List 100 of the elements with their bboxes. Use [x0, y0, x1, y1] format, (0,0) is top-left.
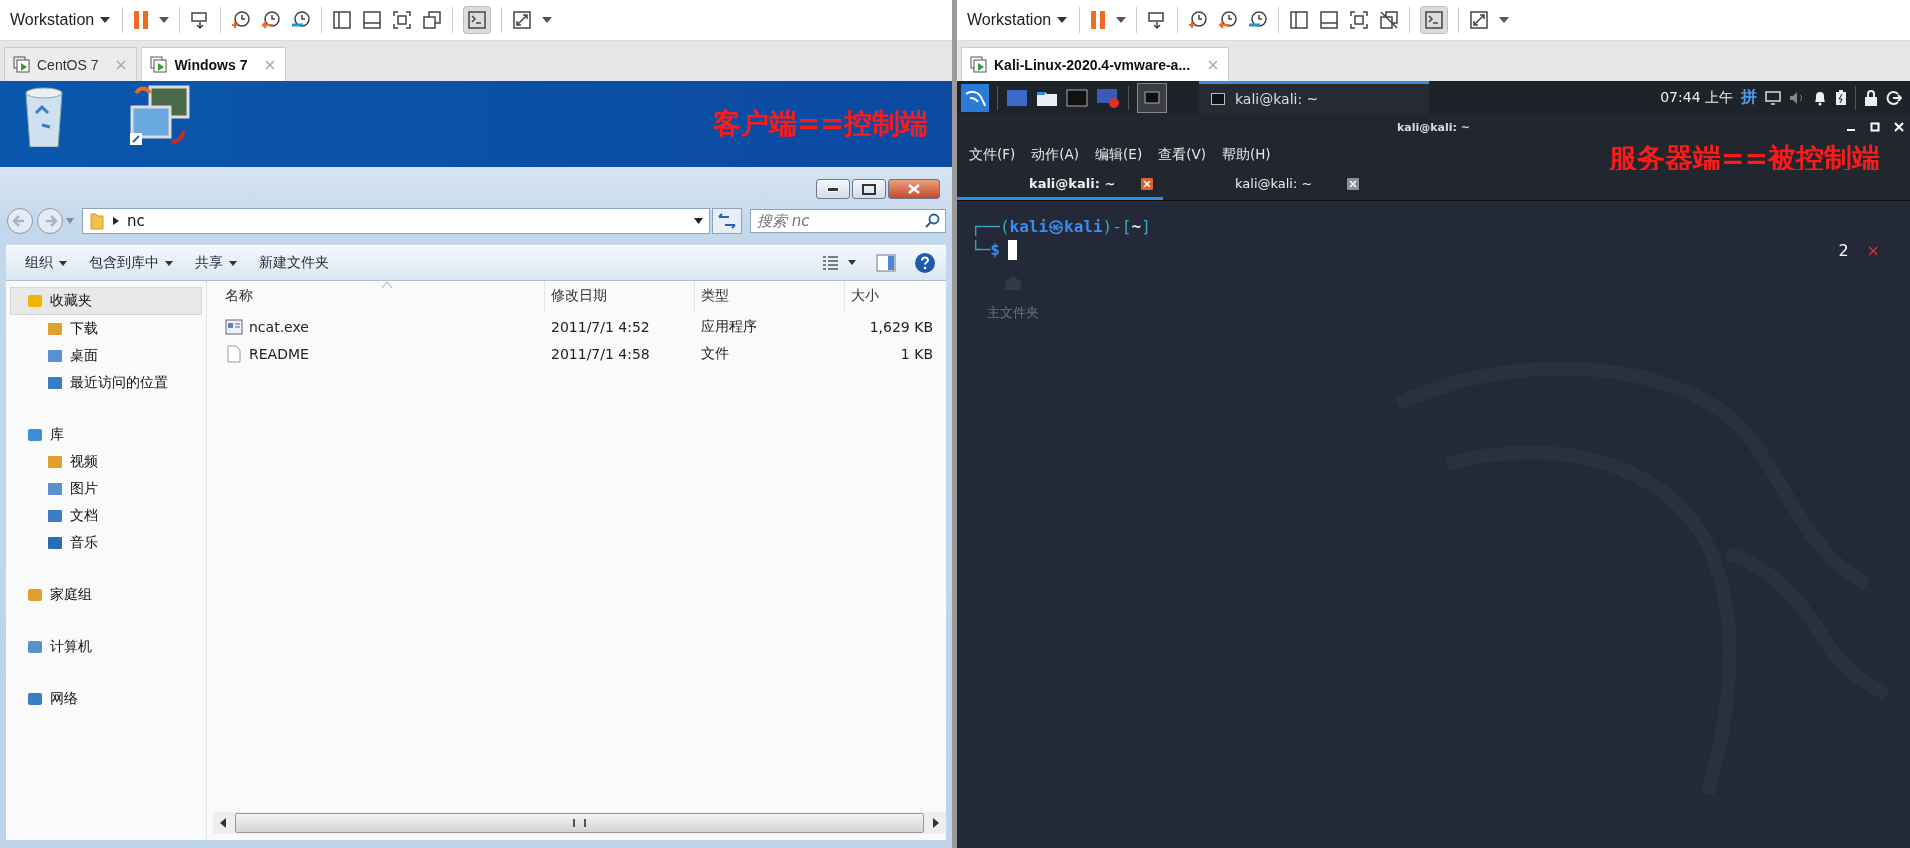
terminal-prompt: └─$ — [971, 239, 1000, 261]
sidebar-item[interactable]: 音乐 — [6, 529, 206, 556]
vm-tab[interactable]: Windows 7 — [141, 47, 287, 81]
terminal-tab[interactable]: kali@kali: ~ — [957, 170, 1163, 200]
sidebar-item[interactable]: 视频 — [6, 448, 206, 475]
sidebar-item[interactable]: 家庭组 — [6, 582, 206, 608]
minimize-button[interactable] — [816, 179, 850, 199]
clock-plus-icon[interactable] — [1188, 10, 1209, 30]
vm-tab[interactable]: CentOS 7 — [4, 47, 138, 81]
screen-record-icon[interactable] — [1096, 86, 1120, 109]
caret-icon[interactable] — [1116, 17, 1127, 23]
workstation-menu[interactable]: Workstation — [965, 9, 1070, 31]
battery-icon[interactable] — [1835, 89, 1847, 106]
pause-icon[interactable] — [1090, 10, 1107, 30]
sidebar-item[interactable]: 图片 — [6, 475, 206, 502]
clock-wrench-icon[interactable] — [1248, 10, 1269, 30]
sidebar-item[interactable]: 库 — [6, 422, 206, 448]
volume-icon[interactable] — [1789, 90, 1805, 105]
sidebar-item[interactable]: 下载 — [6, 315, 206, 342]
terminal-prompt: ┌──(kali㉿kali)-[~] — [971, 216, 1151, 238]
command-button[interactable]: 共享 — [186, 250, 246, 276]
fullscreen-icon[interactable] — [1349, 10, 1370, 30]
minimize-icon — [827, 186, 839, 192]
command-button[interactable]: 新建文件夹 — [250, 250, 338, 276]
terminal-icon[interactable] — [463, 6, 492, 34]
menu-item[interactable]: 文件(F) — [969, 146, 1016, 164]
view-options-icon[interactable] — [822, 255, 858, 271]
bell-icon[interactable] — [1813, 89, 1827, 106]
terminal-icon[interactable] — [1420, 6, 1449, 34]
caret-icon[interactable] — [159, 17, 170, 23]
preview-pane-icon[interactable] — [876, 254, 896, 272]
pause-icon[interactable] — [133, 10, 150, 30]
lock-icon[interactable] — [1864, 89, 1878, 106]
menu-item[interactable]: 编辑(E) — [1095, 146, 1143, 164]
fullscreen-icon[interactable] — [392, 10, 413, 30]
clock-plus-icon[interactable] — [231, 10, 252, 30]
stretch-icon[interactable] — [512, 10, 533, 30]
clock-text[interactable]: 07:44 上午 — [1660, 88, 1733, 107]
chevron-icon[interactable] — [113, 217, 119, 225]
grip-icon — [573, 819, 586, 827]
close-icon[interactable] — [1141, 177, 1153, 190]
address-bar[interactable]: nc — [82, 208, 710, 234]
column-header[interactable]: 大小 — [845, 281, 943, 311]
column-header[interactable]: 类型 — [695, 281, 845, 311]
remote-desktop-icon[interactable] — [128, 85, 190, 147]
path-segment[interactable]: nc — [127, 212, 145, 230]
help-icon[interactable] — [914, 252, 936, 274]
vm-tab[interactable]: Kali-Linux-2020.4-vmware-a... — [961, 47, 1230, 81]
logout-icon[interactable] — [1886, 89, 1902, 106]
windows-icon[interactable] — [422, 10, 443, 30]
sidebar-item[interactable]: 最近访问的位置 — [6, 369, 206, 396]
sidebar-icon[interactable] — [1289, 10, 1310, 30]
search-field[interactable]: 搜索 nc — [750, 209, 946, 233]
workstation-menu[interactable]: Workstation — [8, 9, 113, 31]
command-button[interactable]: 组织 — [16, 250, 76, 276]
close-icon[interactable] — [1347, 177, 1359, 190]
caret-icon[interactable] — [1499, 17, 1510, 23]
scroll-right-icon[interactable] — [932, 818, 940, 828]
refresh-icon[interactable] — [712, 208, 742, 234]
sidebar-item[interactable]: 收藏夹 — [10, 287, 202, 315]
tile-icon — [26, 586, 44, 604]
clock-wrench-icon[interactable] — [291, 10, 312, 30]
program-file-icon — [225, 318, 243, 336]
column-header[interactable]: 修改日期 — [545, 281, 695, 311]
sidebar-item[interactable]: 文档 — [6, 502, 206, 529]
maximize-button[interactable] — [852, 179, 886, 199]
file-name[interactable]: README — [207, 345, 545, 363]
panel-icon[interactable] — [362, 10, 383, 30]
file-name[interactable]: ncat.exe — [207, 318, 545, 336]
terminal-icon[interactable] — [1137, 82, 1167, 113]
window-button[interactable]: kali@kali: ~ — [1199, 81, 1429, 114]
kali-menu-icon[interactable] — [961, 83, 989, 112]
desktop-icon[interactable] — [1006, 87, 1028, 108]
sidebar-item[interactable]: 网络 — [6, 686, 206, 712]
unity-off-icon[interactable] — [1379, 10, 1400, 30]
menu-item[interactable]: 查看(V) — [1158, 146, 1206, 164]
sidebar-item[interactable]: 计算机 — [6, 634, 206, 660]
tile-icon — [26, 426, 44, 444]
terminal-tab[interactable]: kali@kali: ~ — [1163, 170, 1369, 200]
close-icon — [908, 184, 920, 194]
desktop-icon-label: 主文件夹 — [987, 304, 1039, 322]
job-count: 2 — [1838, 241, 1849, 260]
caret-icon[interactable] — [542, 17, 553, 23]
command-button[interactable]: 包含到库中 — [80, 250, 182, 276]
column-header[interactable]: 名称 — [207, 281, 545, 311]
terminal-icon[interactable] — [1066, 87, 1088, 108]
error-mark: × — [1866, 241, 1880, 260]
menu-item[interactable]: 帮助(H) — [1221, 146, 1271, 164]
search-icon[interactable] — [924, 213, 940, 229]
caret-icon[interactable] — [694, 218, 703, 224]
panel-icon[interactable] — [1319, 10, 1340, 30]
sidebar-icon[interactable] — [332, 10, 353, 30]
stretch-icon[interactable] — [1469, 10, 1490, 30]
input-method-indicator[interactable]: 拼 — [1741, 87, 1757, 108]
sidebar-item[interactable]: 桌面 — [6, 342, 206, 369]
tile-icon — [26, 690, 44, 708]
caret-icon — [229, 260, 237, 266]
display-icon[interactable] — [1765, 90, 1781, 105]
scroll-left-icon[interactable] — [219, 818, 227, 828]
menu-item[interactable]: 动作(A) — [1031, 146, 1080, 164]
